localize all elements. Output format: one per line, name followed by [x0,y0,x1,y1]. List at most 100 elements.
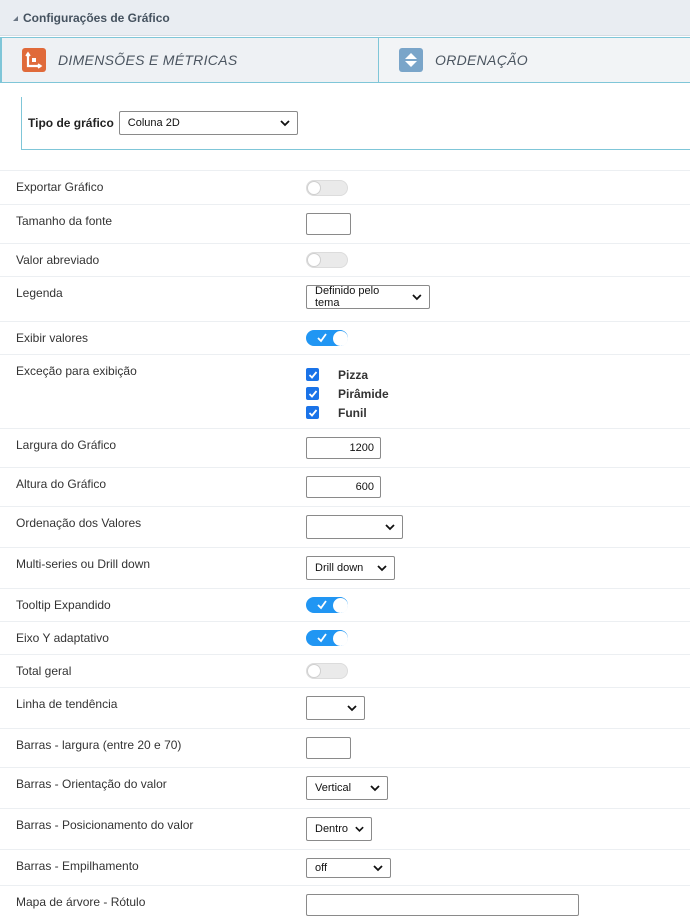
export-toggle[interactable] [306,180,348,196]
check-icon [317,633,327,643]
tab-label: DIMENSÕES E MÉTRICAS [58,52,238,68]
bar-stack-label: Barras - Empilhamento [16,859,139,873]
chart-type-label: Tipo de gráfico [28,116,114,130]
y-axis-label: Eixo Y adaptativo [16,631,109,645]
check-icon [317,600,327,610]
tooltip-toggle[interactable] [306,597,348,613]
treemap-label: Mapa de árvore - Rótulo [16,895,146,909]
multiseries-label: Multi-series ou Drill down [16,557,151,571]
chart-type-value: Coluna 2D [127,117,180,129]
chevron-down-icon [377,565,387,572]
multiseries-value: Drill down [315,562,364,574]
abbrev-toggle[interactable] [306,252,348,268]
row-treemap-label: Mapa de árvore - Rótulo [0,885,690,924]
height-label: Altura do Gráfico [16,477,107,491]
checkbox-label: Pizza [338,367,369,382]
row-total: Total geral [0,654,690,687]
panel-title: Configurações de Gráfico [23,10,170,25]
row-y-axis: Eixo Y adaptativo [0,621,690,654]
legend-select[interactable]: Definido pelo tema [306,285,430,309]
chart-width-input[interactable]: 1200 [306,437,381,459]
toggle-knob [307,181,321,195]
row-value-order: Ordenação dos Valores [0,506,690,547]
tab-label: ORDENAÇÃO [435,52,528,68]
bar-stack-value: off [315,862,328,874]
row-bar-width: Barras - largura (entre 20 e 70) [0,728,690,767]
value-order-select[interactable] [306,515,403,539]
bar-orientation-select[interactable]: Vertical [306,776,388,800]
bar-orientation-label: Barras - Orientação do valor [16,777,167,791]
bar-position-value: Dentro [315,823,349,835]
bar-orientation-value: Vertical [315,782,352,794]
chevron-down-icon [370,785,380,792]
multiseries-select[interactable]: Drill down [306,556,395,580]
chevron-down-icon [347,705,357,712]
tab-dimensions-metrics[interactable]: DIMENSÕES E MÉTRICAS [0,38,379,82]
treemap-label-input[interactable] [306,894,579,916]
checkbox-item-funil[interactable]: Funil [306,403,389,422]
total-toggle[interactable] [306,663,348,679]
row-height: Altura do Gráfico 600 [0,467,690,506]
chevron-down-icon [373,865,383,872]
checkbox-checked-icon[interactable] [306,387,319,400]
exception-checkbox-list: Pizza Pirâmide Funil [306,365,389,422]
trend-label: Linha de tendência [16,697,118,711]
check-icon [317,333,327,343]
chart-axis-icon [22,48,46,72]
chart-type-select[interactable]: Coluna 2D [118,111,298,135]
row-bar-position: Barras - Posicionamento do valor Dentro [0,808,690,849]
toggle-knob [333,597,348,613]
bar-position-label: Barras - Posicionamento do valor [16,818,194,832]
export-label: Exportar Gráfico [16,180,104,194]
checkbox-checked-icon[interactable] [306,406,319,419]
collapse-triangle-icon[interactable] [13,15,18,21]
tab-bar: DIMENSÕES E MÉTRICAS ORDENAÇÃO [0,37,690,83]
chevron-down-icon [412,294,422,301]
chevron-down-icon [355,826,364,832]
show-values-label: Exibir valores [16,331,89,345]
bar-width-label: Barras - largura (entre 20 e 70) [16,738,182,752]
row-tooltip: Tooltip Expandido [0,588,690,621]
row-bar-orientation: Barras - Orientação do valor Vertical [0,767,690,808]
row-abbrev: Valor abreviado [0,243,690,276]
row-font-size: Tamanho da fonte [0,204,690,243]
bar-width-input[interactable] [306,737,351,759]
checkbox-label: Pirâmide [338,386,389,401]
chevron-down-icon [385,524,395,531]
font-size-input[interactable] [306,213,351,235]
show-values-toggle[interactable] [306,330,348,346]
bar-position-select[interactable]: Dentro [306,817,372,841]
toggle-knob [307,253,321,267]
trend-select[interactable] [306,696,365,720]
checkbox-item-piramide[interactable]: Pirâmide [306,384,389,403]
tooltip-label: Tooltip Expandido [16,598,111,612]
y-axis-toggle[interactable] [306,630,348,646]
row-legend: Legenda Definido pelo tema [0,276,690,321]
toggle-knob [307,664,321,678]
row-width: Largura do Gráfico 1200 [0,428,690,467]
row-show-values: Exibir valores [0,321,690,354]
font-size-label: Tamanho da fonte [16,214,113,228]
legend-value: Definido pelo tema [315,285,380,309]
row-export: Exportar Gráfico [0,170,690,204]
toggle-knob [333,330,348,346]
abbrev-label: Valor abreviado [16,253,100,267]
exception-label: Exceção para exibição [16,364,137,378]
checkbox-label: Funil [338,405,367,420]
chevron-down-icon [280,120,290,127]
toggle-knob [333,630,348,646]
legend-label: Legenda [16,286,63,300]
row-bar-stack: Barras - Empilhamento off [0,849,690,885]
bar-stack-select[interactable]: off [306,858,391,878]
checkbox-item-pizza[interactable]: Pizza [306,365,389,384]
chart-type-box: Tipo de gráfico Coluna 2D [21,97,690,150]
checkbox-checked-icon[interactable] [306,368,319,381]
sort-icon [399,48,423,72]
panel-header[interactable]: Configurações de Gráfico [0,0,690,36]
tab-sorting[interactable]: ORDENAÇÃO [379,38,690,82]
total-label: Total geral [16,664,72,678]
value-order-label: Ordenação dos Valores [16,516,142,530]
row-trend: Linha de tendência [0,687,690,728]
width-label: Largura do Gráfico [16,438,117,452]
chart-height-input[interactable]: 600 [306,476,381,498]
